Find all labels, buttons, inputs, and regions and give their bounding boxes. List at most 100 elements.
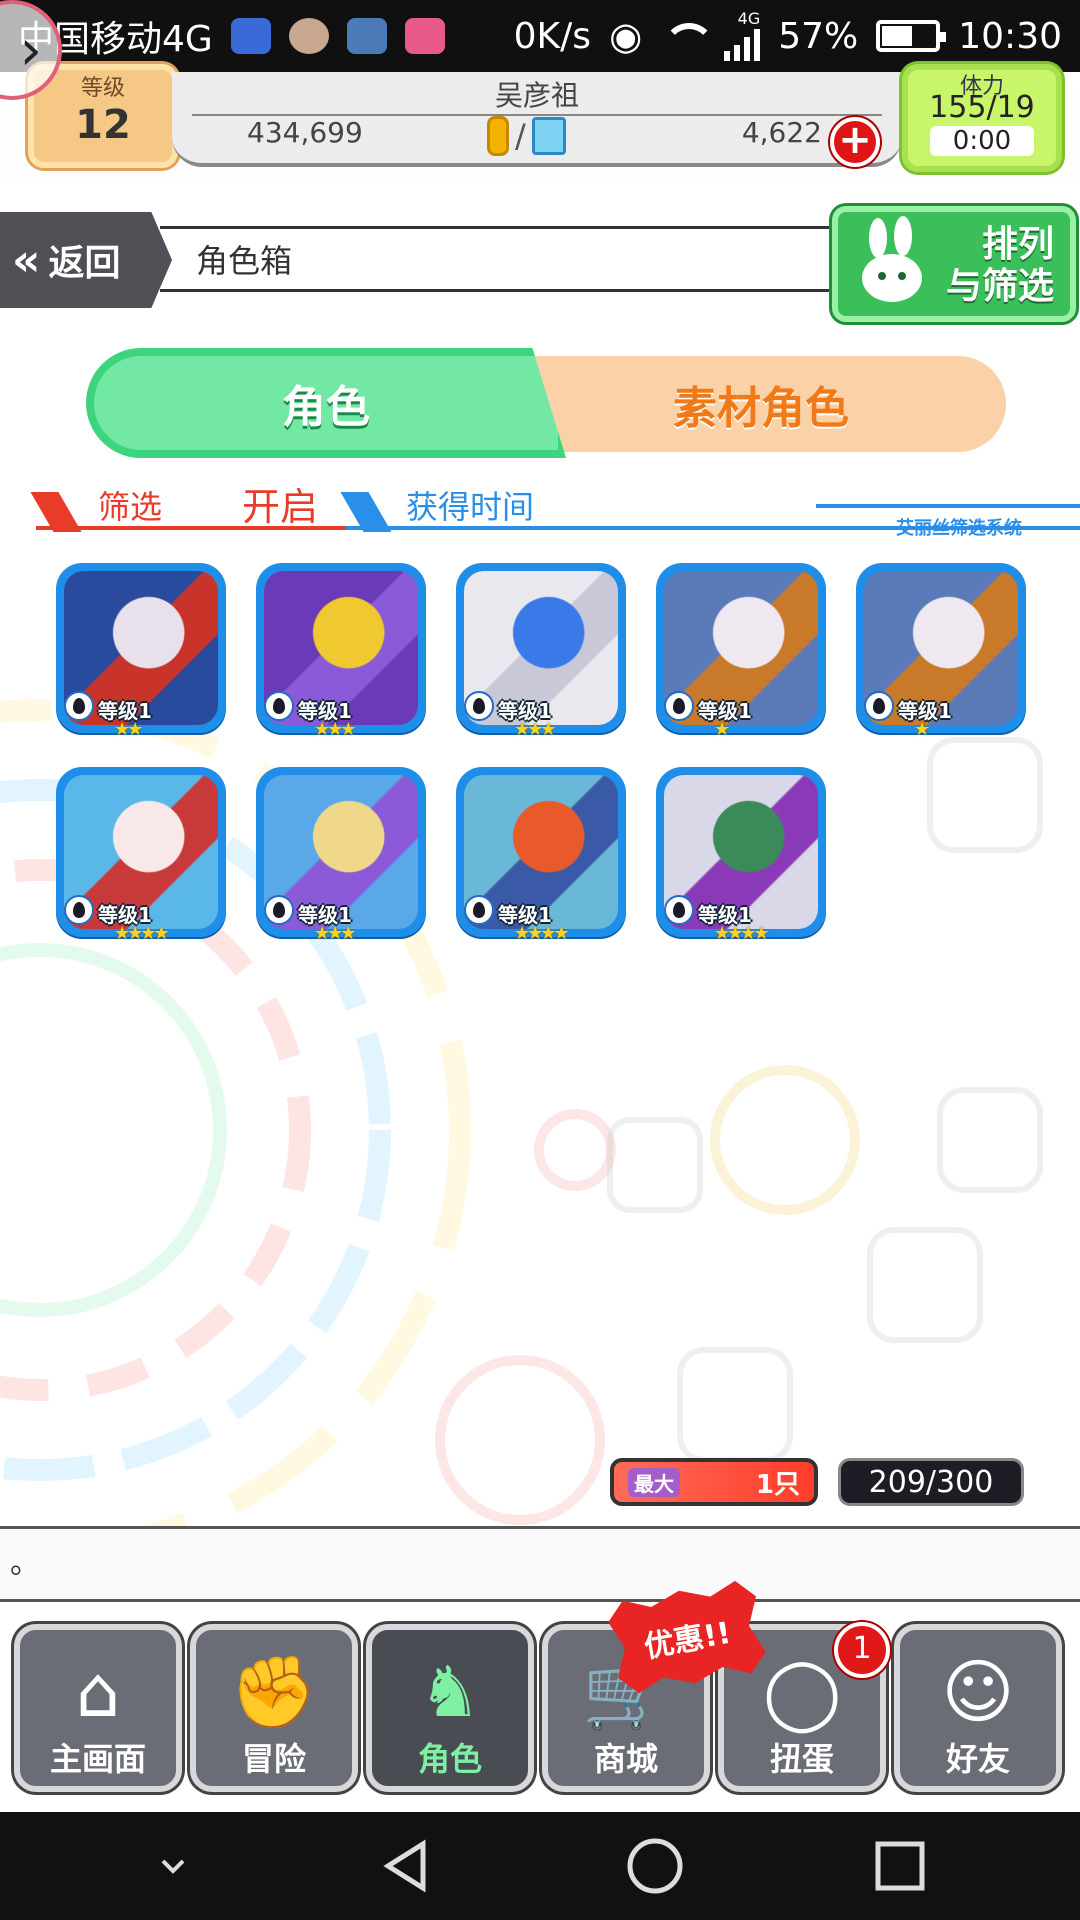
stamina-panel: 体力 155/19 0:00 [902, 64, 1062, 172]
stamina-timer: 0:00 [930, 126, 1034, 156]
box-count: 209/300 [838, 1458, 1024, 1506]
character-card[interactable]: 等级1 ★★★ [456, 563, 626, 740]
character-card[interactable]: 等级1 ★★★★ [656, 767, 826, 944]
max-value: 1只 [755, 1469, 800, 1500]
nav-icon: ✊ [230, 1651, 318, 1733]
clock: 10:30 [958, 15, 1062, 57]
filter-stripe [30, 492, 82, 532]
max-capacity-button[interactable]: 最大 1只 [610, 1458, 818, 1506]
level-label: 等级 [80, 76, 125, 101]
nav-icon: ☺ [941, 1651, 1015, 1733]
rarity-stars: ★★ [114, 719, 143, 740]
nav-button[interactable]: ♞ 角色 [366, 1624, 534, 1792]
sort-label-line2: 与筛选 [945, 266, 1054, 307]
character-card[interactable]: 等级1 ★★★ [256, 563, 426, 740]
tab-material-characters[interactable]: 素材角色 [516, 356, 1006, 452]
nav-label: 冒险 [241, 1740, 306, 1778]
nav-icon: ♞ [418, 1651, 482, 1733]
title-bar: 角色箱 « 返回 排列 与筛选 [0, 206, 1080, 322]
character-card[interactable]: 等级1 ★ [856, 563, 1026, 740]
nav-button[interactable]: ✊ 冒险 [190, 1624, 358, 1792]
stamina-value: 155/19 [929, 90, 1035, 125]
sort-filter-label: 排列 与筛选 [946, 224, 1054, 308]
network-speed: 0K/s [513, 15, 592, 57]
water-element-icon [464, 691, 494, 721]
back-button-label: 返回 [48, 243, 121, 284]
filter-row: 筛选 开启 获得时间 艾丽丝筛选系统 [30, 478, 1080, 539]
nav-label: 商城 [593, 1740, 658, 1778]
sort-line [816, 504, 1080, 508]
home-circle-icon[interactable] [623, 1834, 687, 1898]
water-element-icon [864, 691, 894, 721]
wifi-icon [660, 19, 716, 53]
rarity-stars: ★★★ [514, 719, 556, 740]
rarity-stars: ★★★ [314, 719, 356, 740]
sort-stripe [340, 492, 392, 532]
player-name: 吴彦祖 [494, 79, 579, 112]
back-button[interactable]: « 返回 [0, 212, 172, 308]
system-navigation-bar [0, 1812, 1080, 1920]
water-element-icon [64, 691, 94, 721]
water-element-icon [264, 895, 294, 925]
tab-characters[interactable]: 角色 [86, 348, 566, 458]
recents-square-icon[interactable] [872, 1838, 928, 1894]
rarity-stars: ★★★ [314, 923, 356, 944]
bilibili-icon [404, 18, 445, 54]
rarity-stars: ★★★★ [514, 923, 570, 944]
character-card[interactable]: 等级1 ★★★★ [56, 767, 226, 944]
buy-gems-button[interactable]: + [830, 117, 880, 167]
water-element-icon [664, 691, 694, 721]
water-element-icon [264, 691, 294, 721]
eye-icon: ◉ [609, 14, 643, 58]
page-title-text: 角色箱 [196, 242, 293, 280]
currency-icons: / [487, 116, 566, 156]
box-tabs: 素材角色 角色 [86, 348, 1006, 458]
nav-label: 角色 [417, 1740, 482, 1778]
player-panel: 吴彦祖 434,699 / 4,622 [172, 72, 902, 167]
character-card[interactable]: 等级1 ★★★★ [456, 767, 626, 944]
crystal-icon [531, 117, 566, 155]
rarity-stars: ★★★★ [114, 923, 170, 944]
nav-button[interactable]: ☺ 好友 [894, 1624, 1062, 1792]
filter-label: 筛选 [98, 488, 163, 526]
character-card[interactable]: 等级1 ★★★ [256, 767, 426, 944]
chevron-down-icon[interactable] [153, 1846, 193, 1886]
page-title: 角色箱 [160, 226, 860, 292]
gold-coin-icon [487, 116, 509, 156]
signal-icon [724, 27, 761, 61]
message-strip: 。 [0, 1526, 1080, 1602]
level-value: 12 [75, 102, 131, 148]
sort-order[interactable]: 获得时间 艾丽丝筛选系统 [340, 482, 1080, 539]
filter-system-hint: 艾丽丝筛选系统 [896, 518, 1022, 539]
double-chevron-left-icon: « [12, 234, 41, 286]
nav-label: 扭蛋 [769, 1740, 834, 1778]
water-element-icon [464, 895, 494, 925]
character-card[interactable]: 等级1 ★★ [56, 563, 226, 740]
rarity-stars: ★ [914, 719, 930, 740]
gacha-notification-badge: 1 [834, 1622, 890, 1678]
battery-icon [876, 20, 947, 52]
filter-value: 开启 [242, 485, 319, 529]
player-header: 等级 12 吴彦祖 434,699 / 4,622 + 体力 155/19 0:… [0, 64, 1080, 177]
rabbit-icon [862, 216, 922, 302]
gallery-icon [346, 18, 387, 54]
network-type: 4G [737, 9, 761, 28]
chevron-right-icon: › [19, 17, 42, 83]
status-bar: 中国移动4G 0K/s ◉ 4G 57% 10:30 [0, 0, 1080, 72]
sort-label-line1: 排列 [981, 224, 1054, 265]
rarity-stars: ★★★★ [714, 923, 770, 944]
battery-percent: 57% [778, 15, 859, 57]
avatar-notification-icon [288, 18, 329, 54]
currency-separator: / [515, 117, 526, 155]
coin-count: 434,699 [247, 116, 363, 149]
nav-icon: ⌂ [75, 1651, 121, 1733]
back-triangle-icon[interactable] [378, 1836, 438, 1896]
sort-order-label: 获得时间 [406, 488, 535, 526]
sort-filter-button[interactable]: 排列 与筛选 [832, 206, 1076, 322]
character-card[interactable]: 等级1 ★ [656, 563, 826, 740]
gem-count: 4,622 [741, 116, 822, 149]
nav-button[interactable]: ⌂ 主画面 [14, 1624, 182, 1792]
rarity-stars: ★ [714, 719, 730, 740]
filter-toggle[interactable]: 筛选 开启 [30, 482, 356, 532]
max-tag: 最大 [628, 1467, 680, 1497]
